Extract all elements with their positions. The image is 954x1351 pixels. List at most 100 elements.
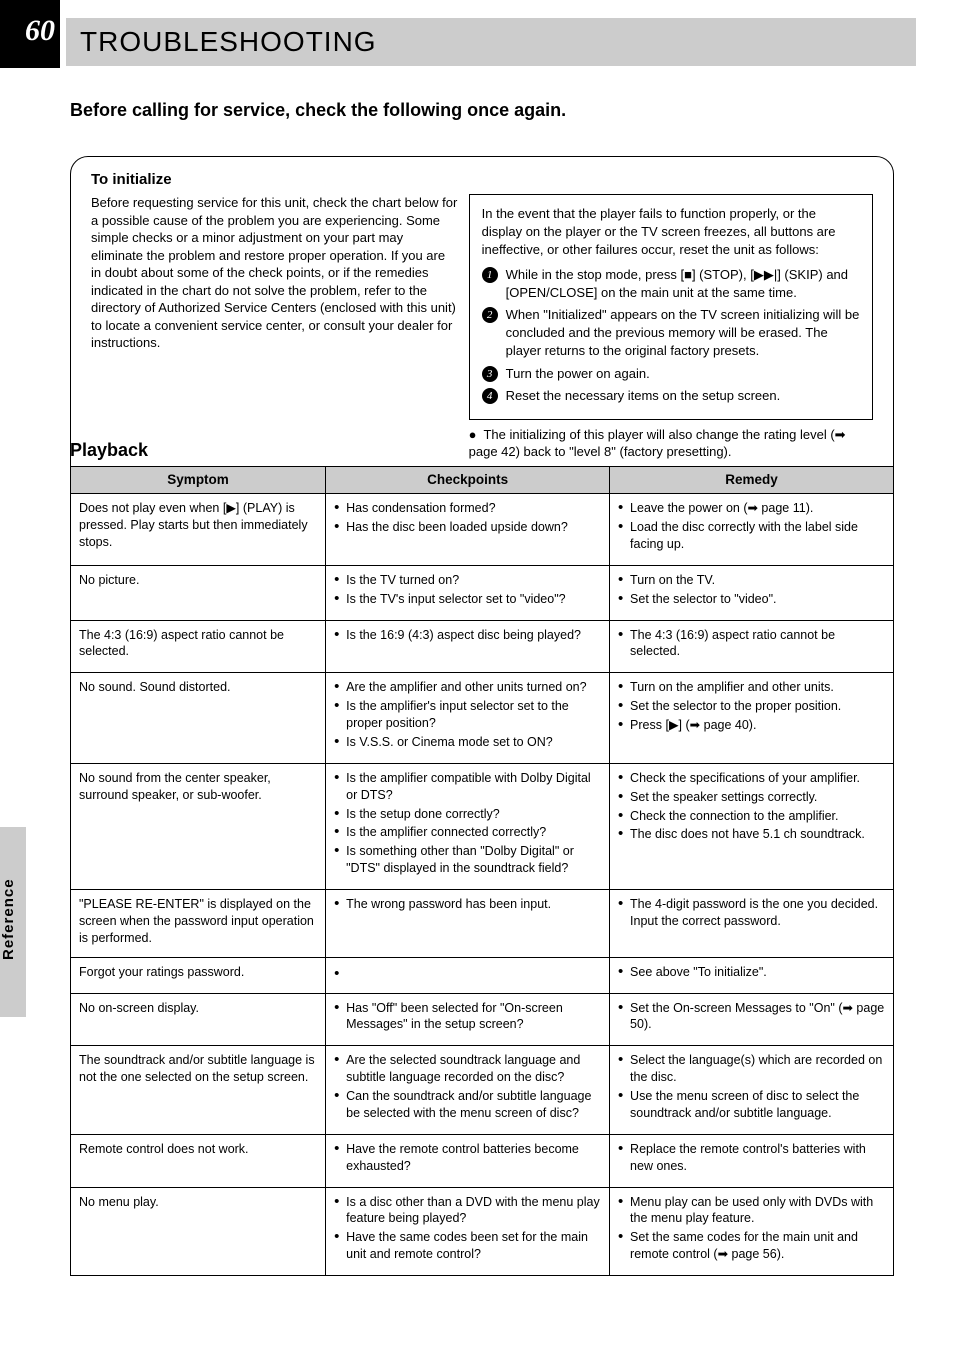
list-item: Is the setup done correctly? [334, 806, 601, 823]
table-row: Remote control does not work.Have the re… [71, 1134, 894, 1187]
initialize-box: To initialize Before requesting service … [70, 156, 894, 484]
list-item: Are the amplifier and other units turned… [334, 679, 601, 696]
symptom-cell: The soundtrack and/or subtitle language … [71, 1046, 326, 1135]
checkpoints-cell: Is the 16:9 (4:3) aspect disc being play… [326, 620, 610, 673]
remedy-cell: See above "To initialize". [610, 957, 894, 993]
troubleshooting-table: Symptom Checkpoints Remedy Does not play… [70, 466, 894, 1276]
list-item: Is the TV turned on? [334, 572, 601, 589]
list-item: Has the disc been loaded upside down? [334, 519, 601, 536]
table-row: The soundtrack and/or subtitle language … [71, 1046, 894, 1135]
list-item: Replace the remote control's batteries w… [618, 1141, 885, 1175]
symptom-cell: No sound. Sound distorted. [71, 673, 326, 764]
step-number-3-icon: 3 [482, 366, 498, 382]
side-tab-reference: Reference [0, 827, 26, 1017]
step-text: Reset the necessary items on the setup s… [506, 387, 781, 405]
symptom-cell: The 4:3 (16:9) aspect ratio cannot be se… [71, 620, 326, 673]
step-number-1-icon: 1 [482, 267, 498, 283]
list-item: Check the connection to the amplifier. [618, 808, 885, 825]
symptom-cell: Does not play even when [▶] (PLAY) is pr… [71, 494, 326, 566]
list-item: Is a disc other than a DVD with the menu… [334, 1194, 601, 1228]
initialize-step-4: 4 Reset the necessary items on the setup… [482, 387, 860, 405]
initialize-right-intro: In the event that the player fails to fu… [482, 205, 860, 260]
list-item: Is V.S.S. or Cinema mode set to ON? [334, 734, 601, 751]
list-item: Set the selector to "video". [618, 591, 885, 608]
remedy-cell: Replace the remote control's batteries w… [610, 1134, 894, 1187]
initialize-box-title: To initialize [91, 171, 873, 188]
checkpoints-cell: Have the remote control batteries become… [326, 1134, 610, 1187]
table-row: Does not play even when [▶] (PLAY) is pr… [71, 494, 894, 566]
list-item: Menu play can be used only with DVDs wit… [618, 1194, 885, 1228]
checkpoints-cell: Is a disc other than a DVD with the menu… [326, 1187, 610, 1276]
list-item: Is something other than "Dolby Digital" … [334, 843, 601, 877]
list-item: Is the amplifier compatible with Dolby D… [334, 770, 601, 804]
table-row: The 4:3 (16:9) aspect ratio cannot be se… [71, 620, 894, 673]
page-number: 60 [0, 14, 55, 48]
table-row: "PLEASE RE-ENTER" is displayed on the sc… [71, 890, 894, 958]
initialize-intro-text: Before requesting service for this unit,… [91, 194, 459, 461]
list-item: Has condensation formed? [334, 500, 601, 517]
list-item: Is the amplifier's input selector set to… [334, 698, 601, 732]
table-row: No picture.Is the TV turned on?Is the TV… [71, 565, 894, 620]
checkpoints-cell [326, 957, 610, 993]
list-item: Turn on the TV. [618, 572, 885, 589]
list-item: Have the remote control batteries become… [334, 1141, 601, 1175]
list-item: Set the selector to the proper position. [618, 698, 885, 715]
list-item: Is the 16:9 (4:3) aspect disc being play… [334, 627, 601, 644]
checkpoints-cell: Are the selected soundtrack language and… [326, 1046, 610, 1135]
list-item: Set the On-screen Messages to "On" (➡ pa… [618, 1000, 885, 1034]
remedy-cell: Check the specifications of your amplifi… [610, 763, 894, 889]
remedy-cell: Select the language(s) which are recorde… [610, 1046, 894, 1135]
symptom-cell: No sound from the center speaker, surrou… [71, 763, 326, 889]
list-item: Is the amplifier connected correctly? [334, 824, 601, 841]
checkpoints-cell: Is the TV turned on? Is the TV's input se… [326, 565, 610, 620]
table-row: No menu play.Is a disc other than a DVD … [71, 1187, 894, 1276]
section-heading-initialize: Before calling for service, check the fo… [70, 100, 566, 121]
initialize-step-3: 3 Turn the power on again. [482, 365, 860, 383]
col-header-symptom: Symptom [71, 467, 326, 494]
table-row: No sound. Sound distorted. Are the amplif… [71, 673, 894, 764]
list-item: Press [▶] (➡ page 40). [618, 717, 885, 734]
list-item: The 4-digit password is the one you deci… [618, 896, 885, 930]
table-row: No sound from the center speaker, surrou… [71, 763, 894, 889]
list-item: Can the soundtrack and/or subtitle langu… [334, 1088, 601, 1122]
page-title: TROUBLESHOOTING [80, 26, 377, 58]
remedy-cell: The 4:3 (16:9) aspect ratio cannot be se… [610, 620, 894, 673]
checkpoints-cell: Has condensation formed? Has the disc bee… [326, 494, 610, 566]
list-item: Set the speaker settings correctly. [618, 789, 885, 806]
initialize-step-1: 1 While in the stop mode, press [■] (STO… [482, 266, 860, 302]
list-item: The 4:3 (16:9) aspect ratio cannot be se… [618, 627, 885, 661]
page-number-tab: 60 [0, 0, 60, 68]
remedy-cell: Turn on the TV. Set the selector to "vide… [610, 565, 894, 620]
list-item: Leave the power on (➡ page 11). [618, 500, 885, 517]
list-item: Are the selected soundtrack language and… [334, 1052, 601, 1086]
list-item: Check the specifications of your amplifi… [618, 770, 885, 787]
checkpoints-cell: The wrong password has been input. [326, 890, 610, 958]
step-number-4-icon: 4 [482, 388, 498, 404]
list-item: Use the menu screen of disc to select th… [618, 1088, 885, 1122]
title-bar: TROUBLESHOOTING [66, 18, 916, 66]
list-item: Turn on the amplifier and other units. [618, 679, 885, 696]
col-header-remedy: Remedy [610, 467, 894, 494]
list-item: Have the same codes been set for the mai… [334, 1229, 601, 1263]
symptom-cell: "PLEASE RE-ENTER" is displayed on the sc… [71, 890, 326, 958]
symptom-cell: Remote control does not work. [71, 1134, 326, 1187]
symptom-cell: No menu play. [71, 1187, 326, 1276]
list-item: Is the TV's input selector set to "video… [334, 591, 601, 608]
checkpoints-cell: Is the amplifier compatible with Dolby D… [326, 763, 610, 889]
symptom-cell: No on-screen display. [71, 993, 326, 1046]
step-text: While in the stop mode, press [■] (STOP)… [506, 266, 860, 302]
checkpoints-cell: Has "Off" been selected for "On-screen M… [326, 993, 610, 1046]
list-item: Has "Off" been selected for "On-screen M… [334, 1000, 601, 1034]
remedy-cell: Set the On-screen Messages to "On" (➡ pa… [610, 993, 894, 1046]
table-row: No on-screen display.Has "Off" been sele… [71, 993, 894, 1046]
table-row: Forgot your ratings password. See above … [71, 957, 894, 993]
symptom-cell: No picture. [71, 565, 326, 620]
symptom-cell: Forgot your ratings password. [71, 957, 326, 993]
list-item: See above "To initialize". [618, 964, 885, 981]
step-text: Turn the power on again. [506, 365, 650, 383]
list-item: Select the language(s) which are recorde… [618, 1052, 885, 1086]
remedy-cell: Turn on the amplifier and other units. Se… [610, 673, 894, 764]
list-item: The wrong password has been input. [334, 896, 601, 913]
list-item: Set the same codes for the main unit and… [618, 1229, 885, 1263]
initialize-procedure: In the event that the player fails to fu… [469, 194, 873, 461]
